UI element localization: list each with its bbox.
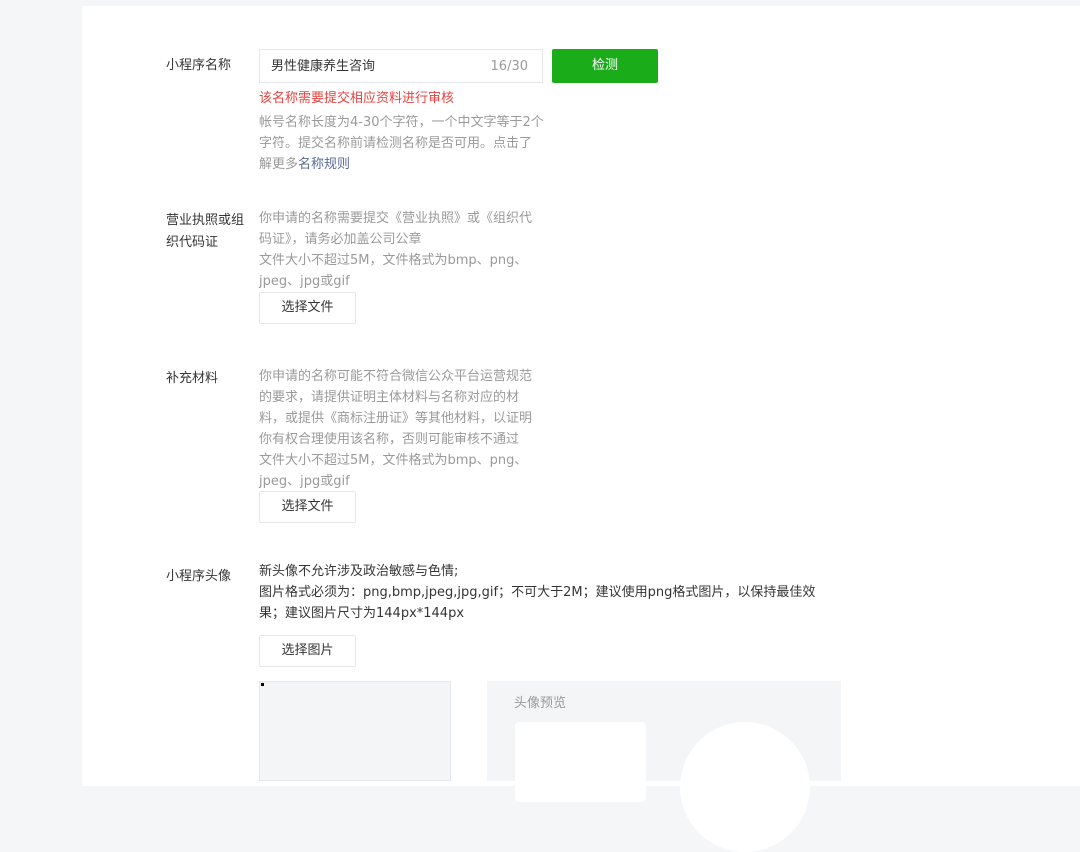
supplement-hint: 你申请的名称可能不符合微信公众平台运营规范的要求，请提供证明主体材料与名称对应的…	[259, 369, 533, 489]
name-char-counter: 16/30	[490, 59, 528, 74]
license-label: 营业执照或组织代码证	[166, 213, 245, 250]
supplement-select-file-button[interactable]: 选择文件	[259, 491, 356, 523]
avatar-label: 小程序头像	[166, 569, 232, 584]
avatar-rule-line2: 图片格式必须为：png,bmp,jpeg,jpg,gif；不可大于2M；建议使用…	[259, 585, 816, 621]
license-select-file-button[interactable]: 选择文件	[259, 292, 356, 324]
name-label: 小程序名称	[166, 58, 232, 73]
avatar-preview-square	[515, 722, 646, 802]
crop-handle[interactable]	[261, 683, 264, 686]
name-rules-link[interactable]: 名称规则	[298, 157, 350, 172]
name-error-message: 该名称需要提交相应资料进行审核	[259, 91, 455, 106]
name-input[interactable]: 男性健康养生咨询 16/30	[259, 49, 543, 83]
avatar-rule-line1: 新头像不允许涉及政治敏感与色情;	[259, 564, 459, 579]
supplement-label: 补充材料	[166, 371, 219, 386]
check-name-button[interactable]: 检测	[552, 49, 658, 83]
avatar-select-image-button[interactable]: 选择图片	[259, 635, 356, 667]
avatar-preview-title: 头像预览	[514, 696, 567, 711]
avatar-preview-panel: 头像预览	[487, 681, 841, 852]
avatar-preview-circle	[680, 722, 810, 852]
license-hint: 你申请的名称需要提交《营业执照》或《组织代码证》，请务必加盖公司公章 文件大小不…	[259, 211, 533, 289]
avatar-rules: 新头像不允许涉及政治敏感与色情; 图片格式必须为：png,bmp,jpeg,jp…	[259, 561, 839, 624]
name-input-value: 男性健康养生咨询	[271, 59, 376, 74]
form-card	[82, 6, 1080, 786]
name-hint: 帐号名称长度为4-30个字符，一个中文字等于2个字符。提交名称前请检测名称是否可…	[259, 112, 544, 175]
avatar-crop-area[interactable]	[259, 681, 451, 781]
